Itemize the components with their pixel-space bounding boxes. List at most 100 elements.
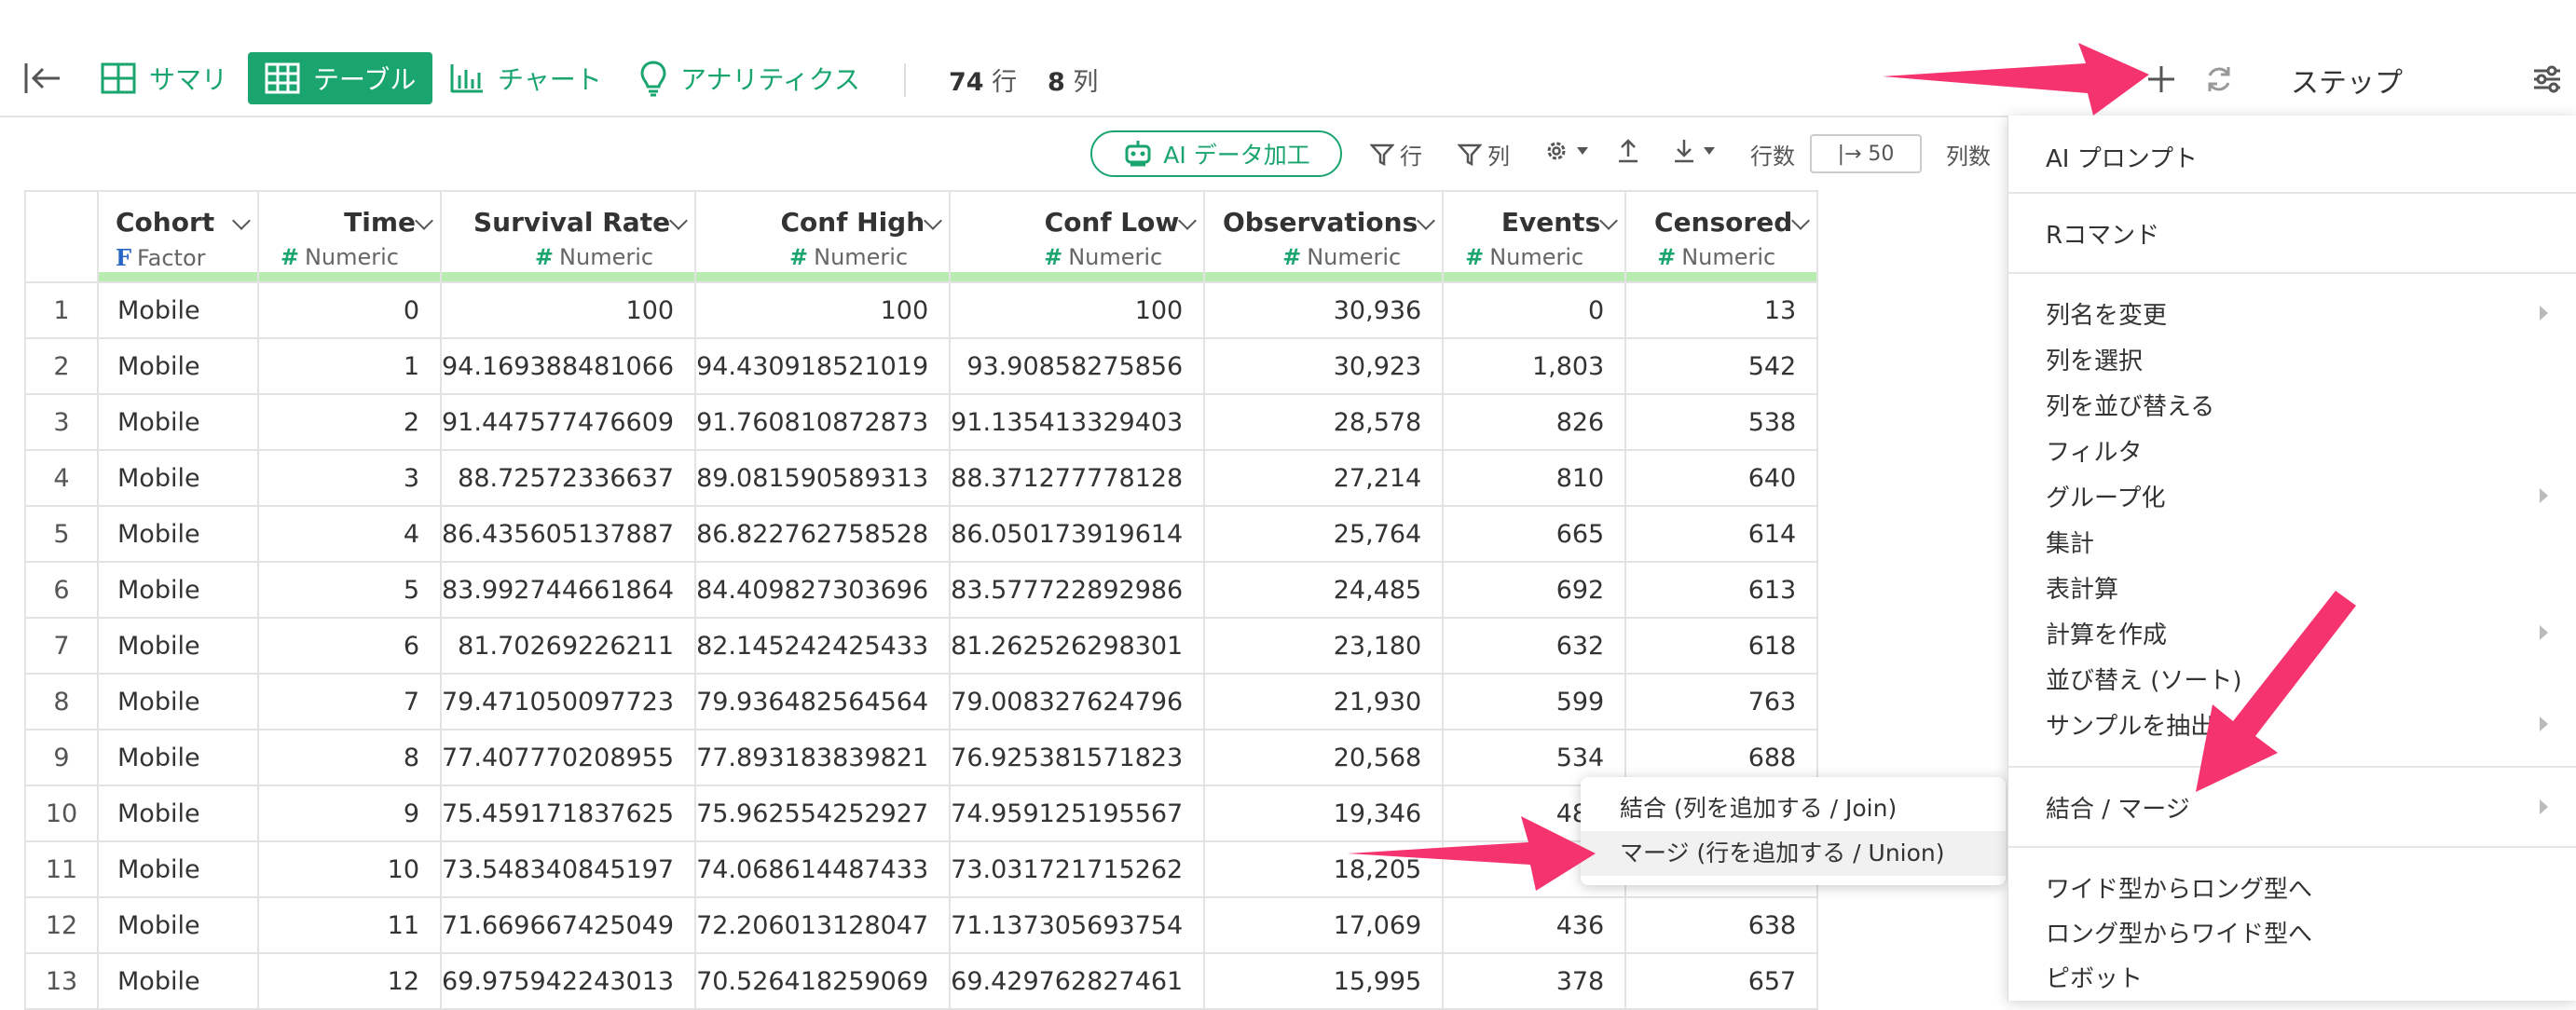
cell-conf-high[interactable]: 82.145242425433 xyxy=(694,617,952,675)
cell-conf-low[interactable]: 83.577722892986 xyxy=(949,561,1206,619)
column-header-survival-rate[interactable]: Survival Rate # Numeric xyxy=(439,190,697,283)
cell-events[interactable]: 810 xyxy=(1442,449,1627,507)
cell-censored[interactable]: 638 xyxy=(1624,896,1819,954)
tab-analytics[interactable]: アナリティクス xyxy=(623,52,877,104)
column-header-events[interactable]: Events # Numeric xyxy=(1442,190,1627,283)
menu-item-pivot[interactable]: ピボット xyxy=(2046,960,2143,994)
chevron-down-icon[interactable] xyxy=(1791,212,1811,230)
cell-cohort[interactable]: Mobile xyxy=(97,281,259,339)
chevron-down-icon[interactable] xyxy=(669,212,688,230)
cell-conf-high[interactable]: 91.760810872873 xyxy=(694,393,952,451)
cell-conf-high[interactable]: 94.430918521019 xyxy=(694,337,952,395)
menu-item-long-to-wide[interactable]: ロング型からワイド型へ xyxy=(2046,915,2312,949)
cell-observations[interactable]: 24,485 xyxy=(1203,561,1445,619)
cell-events[interactable]: 826 xyxy=(1442,393,1627,451)
menu-item-rename-columns[interactable]: 列名を変更 xyxy=(2046,296,2167,331)
cell-censored[interactable]: 618 xyxy=(1624,617,1819,675)
cell-censored[interactable]: 640 xyxy=(1624,449,1819,507)
join-menu-item[interactable]: 結合 (列を追加する / Join) xyxy=(1581,786,2006,831)
column-filter-button[interactable]: 列 xyxy=(1458,138,1510,171)
collapse-panel-icon[interactable] xyxy=(22,60,63,97)
cell-observations[interactable]: 17,069 xyxy=(1203,896,1445,954)
cell-survival-rate[interactable]: 81.70269226211 xyxy=(439,617,697,675)
cell-observations[interactable]: 25,764 xyxy=(1203,505,1445,563)
gear-menu-button[interactable] xyxy=(1543,138,1590,164)
column-header-censored[interactable]: Censored # Numeric xyxy=(1624,190,1819,283)
cell-time[interactable]: 6 xyxy=(257,617,442,675)
cell-observations[interactable]: 15,995 xyxy=(1203,952,1445,1010)
cell-conf-low[interactable]: 88.371277778128 xyxy=(949,449,1206,507)
cell-events[interactable]: 436 xyxy=(1442,896,1627,954)
chevron-down-icon[interactable] xyxy=(232,212,251,230)
cell-cohort[interactable]: Mobile xyxy=(97,393,259,451)
cell-observations[interactable]: 27,214 xyxy=(1203,449,1445,507)
menu-item-sort[interactable]: 並び替え (ソート) xyxy=(2046,662,2242,696)
chevron-down-icon[interactable] xyxy=(1599,212,1619,230)
menu-item-r-command[interactable]: Rコマンド xyxy=(2046,216,2159,251)
cell-survival-rate[interactable]: 79.471050097723 xyxy=(439,673,697,730)
tab-chart[interactable]: チャート xyxy=(432,52,619,104)
cell-censored[interactable]: 13 xyxy=(1624,281,1819,339)
cell-censored[interactable]: 613 xyxy=(1624,561,1819,619)
cell-survival-rate[interactable]: 75.459171837625 xyxy=(439,785,697,842)
cell-observations[interactable]: 20,568 xyxy=(1203,729,1445,786)
cell-cohort[interactable]: Mobile xyxy=(97,505,259,563)
cell-time[interactable]: 10 xyxy=(257,840,442,898)
cell-censored[interactable]: 542 xyxy=(1624,337,1819,395)
cell-observations[interactable]: 18,205 xyxy=(1203,840,1445,898)
column-header-observations[interactable]: Observations # Numeric xyxy=(1203,190,1445,283)
cell-time[interactable]: 9 xyxy=(257,785,442,842)
cell-observations[interactable]: 28,578 xyxy=(1203,393,1445,451)
cell-cohort[interactable]: Mobile xyxy=(97,449,259,507)
cell-cohort[interactable]: Mobile xyxy=(97,617,259,675)
cell-conf-high[interactable]: 70.526418259069 xyxy=(694,952,952,1010)
chevron-down-icon[interactable] xyxy=(415,212,433,230)
cell-time[interactable]: 12 xyxy=(257,952,442,1010)
cell-observations[interactable]: 30,923 xyxy=(1203,337,1445,395)
cell-events[interactable]: 599 xyxy=(1442,673,1627,730)
menu-item-create-calc[interactable]: 計算を作成 xyxy=(2046,616,2167,650)
cell-conf-high[interactable]: 89.081590589313 xyxy=(694,449,952,507)
cell-conf-low[interactable]: 86.050173919614 xyxy=(949,505,1206,563)
cell-conf-high[interactable]: 77.893183839821 xyxy=(694,729,952,786)
cell-cohort[interactable]: Mobile xyxy=(97,729,259,786)
cell-observations[interactable]: 19,346 xyxy=(1203,785,1445,842)
cell-censored[interactable]: 538 xyxy=(1624,393,1819,451)
cell-cohort[interactable]: Mobile xyxy=(97,952,259,1010)
cell-conf-low[interactable]: 81.262526298301 xyxy=(949,617,1206,675)
cell-censored[interactable]: 657 xyxy=(1624,952,1819,1010)
cell-time[interactable]: 1 xyxy=(257,337,442,395)
cell-conf-low[interactable]: 74.959125195567 xyxy=(949,785,1206,842)
cell-conf-low[interactable]: 79.008327624796 xyxy=(949,673,1206,730)
column-header-conf-low[interactable]: Conf Low # Numeric xyxy=(949,190,1206,283)
menu-item-summarize[interactable]: 集計 xyxy=(2046,525,2094,559)
column-header-cohort[interactable]: Cohort F Factor xyxy=(97,190,259,283)
settings-sliders-icon[interactable] xyxy=(2531,63,2563,99)
ai-data-wrangling-button[interactable]: AI データ加工 xyxy=(1090,130,1342,177)
rows-limit-input[interactable]: |→ 50 xyxy=(1810,134,1922,173)
menu-item-wide-to-long[interactable]: ワイド型からロング型へ xyxy=(2046,870,2312,905)
tab-table[interactable]: テーブル xyxy=(248,52,433,104)
cell-conf-high[interactable]: 79.936482564564 xyxy=(694,673,952,730)
cell-conf-low[interactable]: 69.429762827461 xyxy=(949,952,1206,1010)
refresh-icon[interactable] xyxy=(2203,63,2235,99)
cell-events[interactable]: 692 xyxy=(1442,561,1627,619)
cell-conf-low[interactable]: 71.137305693754 xyxy=(949,896,1206,954)
menu-item-ai-prompt[interactable]: AI プロンプト xyxy=(2046,140,2198,174)
cell-observations[interactable]: 23,180 xyxy=(1203,617,1445,675)
chevron-down-icon[interactable] xyxy=(1417,212,1436,230)
cell-cohort[interactable]: Mobile xyxy=(97,840,259,898)
menu-item-group-by[interactable]: グループ化 xyxy=(2046,479,2165,513)
cell-events[interactable]: 378 xyxy=(1442,952,1627,1010)
cell-conf-high[interactable]: 74.068614487433 xyxy=(694,840,952,898)
cell-time[interactable]: 8 xyxy=(257,729,442,786)
cell-conf-high[interactable]: 84.409827303696 xyxy=(694,561,952,619)
tab-summary[interactable]: サマリ xyxy=(84,52,244,104)
cell-conf-high[interactable]: 72.206013128047 xyxy=(694,896,952,954)
cell-events[interactable]: 665 xyxy=(1442,505,1627,563)
merge-menu-item[interactable]: マージ (行を追加する / Union) xyxy=(1581,831,2006,876)
cell-survival-rate[interactable]: 94.169388481066 xyxy=(439,337,697,395)
cell-conf-high[interactable]: 86.822762758528 xyxy=(694,505,952,563)
cell-events[interactable]: 632 xyxy=(1442,617,1627,675)
cell-conf-low[interactable]: 100 xyxy=(949,281,1206,339)
